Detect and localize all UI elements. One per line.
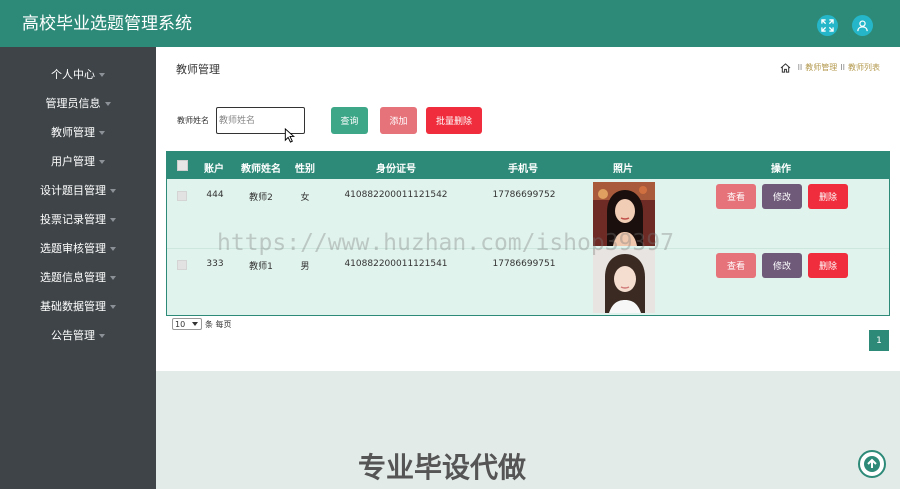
view-button[interactable]: 查看 <box>716 253 756 278</box>
sidebar-item-design-topics[interactable]: 设计题目管理 <box>0 176 156 204</box>
column-header-id-card: 身份证号 <box>376 164 416 175</box>
batch-delete-button[interactable]: 批量删除 <box>426 107 482 134</box>
page-size-select[interactable]: 10 <box>172 318 202 330</box>
page-title: 教师管理 <box>176 63 220 76</box>
sidebar-item-admin-info[interactable]: 管理员信息 <box>0 89 156 117</box>
sidebar: 个人中心 管理员信息 教师管理 用户管理 设计题目管理 投票记录管理 选题审核管… <box>0 47 156 489</box>
column-header-actions: 操作 <box>771 164 791 175</box>
sidebar-item-label: 用户管理 <box>51 155 95 168</box>
home-icon[interactable] <box>780 62 791 73</box>
cell-name: 教师1 <box>249 262 273 272</box>
sidebar-item-topic-review[interactable]: 选题审核管理 <box>0 234 156 262</box>
cell-account: 444 <box>206 190 224 200</box>
sidebar-item-label: 管理员信息 <box>45 97 101 110</box>
chevron-down-icon <box>99 333 105 338</box>
sidebar-item-notices[interactable]: 公告管理 <box>0 321 156 349</box>
query-button[interactable]: 查询 <box>331 107 368 134</box>
sidebar-item-label: 个人中心 <box>51 68 95 81</box>
sidebar-item-label: 教师管理 <box>51 126 95 139</box>
select-all-checkbox[interactable] <box>177 160 188 171</box>
chevron-down-icon <box>99 130 105 135</box>
expand-icon[interactable] <box>817 15 838 36</box>
column-header-phone: 手机号 <box>508 164 538 175</box>
column-header-photo: 照片 <box>613 164 633 175</box>
row-checkbox[interactable] <box>177 191 187 201</box>
edit-button[interactable]: 修改 <box>762 184 802 209</box>
column-header-account: 账户 <box>204 164 224 175</box>
chevron-down-icon <box>110 217 116 222</box>
sidebar-item-personal-center[interactable]: 个人中心 <box>0 60 156 88</box>
breadcrumb-teacher-list[interactable]: 教师列表 <box>848 62 880 73</box>
delete-button[interactable]: 删除 <box>808 253 848 278</box>
user-icon[interactable] <box>852 15 873 36</box>
watermark-url: https://www.huzhan.com/ishop39397 <box>217 230 674 256</box>
delete-button[interactable]: 删除 <box>808 184 848 209</box>
sidebar-item-teachers[interactable]: 教师管理 <box>0 118 156 146</box>
view-button[interactable]: 查看 <box>716 184 756 209</box>
chevron-down-icon <box>110 275 116 280</box>
cell-phone: 17786699752 <box>492 190 556 200</box>
sidebar-item-label: 选题审核管理 <box>40 242 106 255</box>
chevron-down-icon <box>192 322 198 326</box>
chevron-down-icon <box>104 101 111 106</box>
chevron-down-icon <box>99 159 105 164</box>
chevron-down-icon <box>99 72 105 77</box>
breadcrumb: II 教师管理 II 教师列表 <box>780 62 880 73</box>
column-header-gender: 性别 <box>295 164 315 175</box>
mouse-cursor-icon <box>284 128 295 143</box>
chevron-down-icon <box>110 304 116 309</box>
sidebar-item-vote-records[interactable]: 投票记录管理 <box>0 205 156 233</box>
page-number-button[interactable]: 1 <box>869 330 889 351</box>
sidebar-item-label: 投票记录管理 <box>40 213 106 226</box>
sidebar-item-base-data[interactable]: 基础数据管理 <box>0 292 156 320</box>
sidebar-item-label: 公告管理 <box>51 329 95 342</box>
breadcrumb-separator: II <box>840 63 845 72</box>
table-header: 账户 教师姓名 性别 身份证号 手机号 照片 操作 <box>167 152 889 179</box>
page-size-value: 10 <box>175 319 186 329</box>
column-header-name: 教师姓名 <box>241 164 281 175</box>
sidebar-item-users[interactable]: 用户管理 <box>0 147 156 175</box>
cell-phone: 17786699751 <box>492 259 556 269</box>
cell-id-card: 410882200011121542 <box>344 190 448 200</box>
page-size-suffix: 条 每页 <box>205 319 232 329</box>
top-bar: 高校毕业选题管理系统 <box>0 0 900 47</box>
breadcrumb-separator: II <box>797 63 803 72</box>
sidebar-item-label: 选题信息管理 <box>40 271 106 284</box>
cell-id-card: 410882200011121541 <box>344 259 448 269</box>
row-checkbox[interactable] <box>177 260 187 270</box>
search-label: 教师姓名 <box>177 116 209 125</box>
teacher-photo <box>593 249 655 313</box>
cell-name: 教师2 <box>249 193 273 203</box>
cell-gender: 女 <box>300 193 310 203</box>
page-size-selector: 10 条 每页 <box>172 318 232 330</box>
sidebar-item-label: 基础数据管理 <box>40 300 106 313</box>
sidebar-item-label: 设计题目管理 <box>40 184 106 197</box>
app-title: 高校毕业选题管理系统 <box>22 14 192 34</box>
chevron-down-icon <box>110 246 116 251</box>
breadcrumb-teacher-management[interactable]: 教师管理 <box>805 62 837 73</box>
edit-button[interactable]: 修改 <box>762 253 802 278</box>
add-button[interactable]: 添加 <box>380 107 417 134</box>
back-to-top-button[interactable] <box>858 450 886 478</box>
chevron-down-icon <box>110 188 116 193</box>
cell-account: 333 <box>206 259 224 269</box>
watermark-ad-text: 专业毕设代做 <box>358 451 527 484</box>
cell-gender: 男 <box>300 262 310 272</box>
sidebar-item-topic-info[interactable]: 选题信息管理 <box>0 263 156 291</box>
arrow-up-circle-icon <box>864 456 880 472</box>
